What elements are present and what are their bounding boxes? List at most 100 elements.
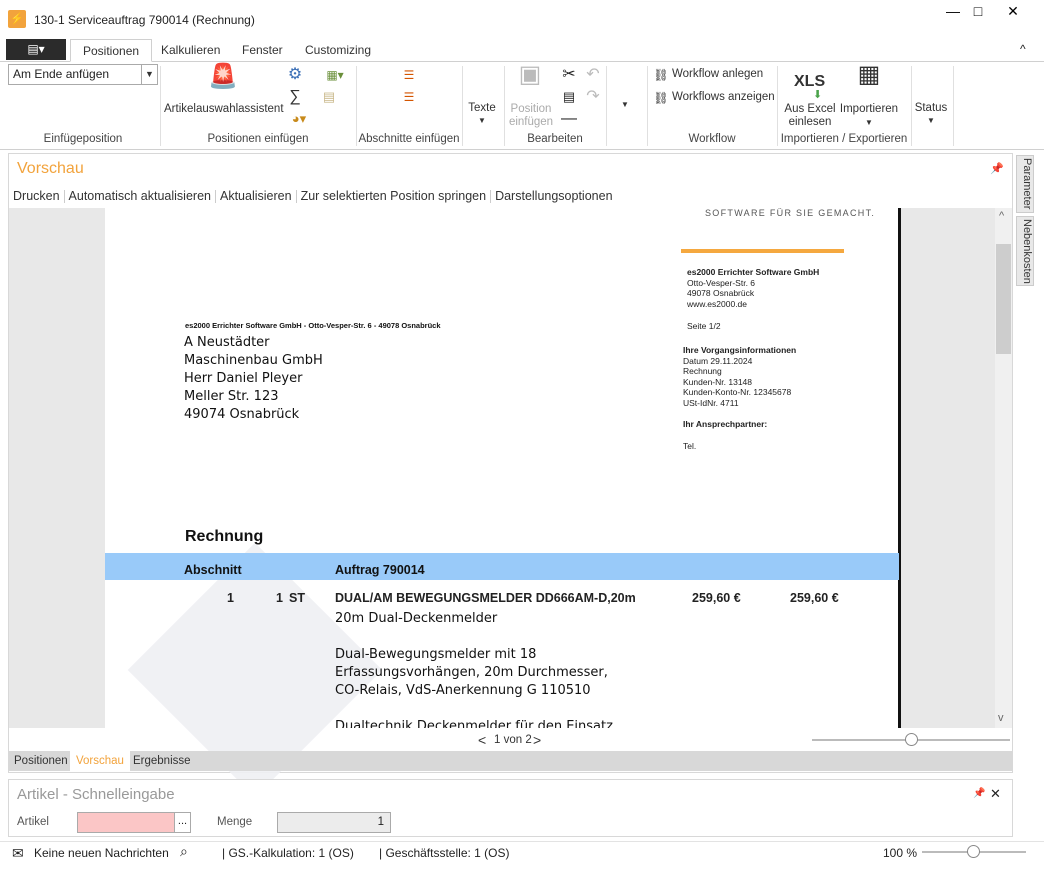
preview-zoom-thumb[interactable] [905,733,918,746]
item-unit: ST [289,591,305,605]
status-button[interactable]: Status [912,102,950,115]
item-name: DUAL/AM BEWEGUNGSMELDER DD666AM-D,20m [335,591,636,605]
dash-icon[interactable]: — [560,110,578,128]
document-title: Rechnung [185,528,264,545]
scissors-icon[interactable]: ✂ [560,66,578,84]
scroll-up-icon[interactable]: ^ [999,210,1004,222]
preview-title: Vorschau [17,160,84,177]
brand-bar [681,249,844,253]
sender-line: es2000 Errichter Software GmbH - Otto-Ve… [185,321,441,330]
texts-button[interactable]: Texte [464,102,500,115]
chevron-down-icon[interactable]: ▼ [478,116,486,125]
recipient-line: A Neustädter [184,335,270,350]
item-description-line: Dual-Bewegungsmelder mit 18 [335,647,537,662]
next-page-icon[interactable]: > [533,732,541,748]
item-description-line: Dualtechnik Deckenmelder für den Einsatz [335,719,613,728]
chevron-down-icon[interactable]: ▼ [865,118,873,127]
scrollbar-thumb[interactable] [996,244,1011,354]
maximize-button[interactable]: □ [967,4,989,20]
article-input[interactable] [77,812,175,833]
item-position: 1 [227,591,234,605]
page-number: Seite 1/2 [687,321,721,331]
refresh-button[interactable]: Aktualisieren [220,189,292,203]
item-description-line: Erfassungsvorhängen, 20m Durchmesser, [335,665,608,680]
scroll-down-icon[interactable]: v [998,712,1004,724]
company-street: Otto-Vesper-Str. 6 [687,277,756,288]
collapse-ribbon-icon[interactable]: ^ [1020,42,1026,56]
close-icon[interactable]: ✕ [990,786,1001,802]
chevron-down-icon[interactable]: ▼ [141,65,157,84]
side-tab-parameter[interactable]: Parameter [1016,155,1034,213]
calc-status: | GS.-Kalkulation: 1 (OS) [222,846,354,860]
toolbar-divider [214,190,216,204]
info-line: USt-IdNr. 4711 [683,397,739,408]
add-section-icon[interactable]: ☰ [400,66,418,84]
tab-results[interactable]: Ergebnisse [127,751,197,771]
group-label-workflow: Workflow [688,133,736,145]
quantity-field[interactable]: 1 [277,812,391,833]
zoom-level: 100 % [883,846,918,860]
zoom-slider-thumb[interactable] [967,845,980,858]
item-description: 20m Dual-Deckenmelder [335,611,498,626]
item-description-block: Dual-Bewegungsmelder mit 18 Erfassungsvo… [335,646,608,700]
file-menu-button[interactable]: ▤▾ [6,39,66,60]
tab-preview[interactable]: Vorschau [70,751,130,771]
article-wizard-icon[interactable]: 🚨 [206,65,240,98]
pin-icon[interactable]: 📌 [973,788,985,799]
chevron-down-icon[interactable]: ▼ [927,116,935,125]
sum-icon[interactable]: ∑ [286,88,304,106]
insert-position-select[interactable]: Am Ende anfügen [8,64,158,85]
excel-import-button[interactable]: Aus Excel einlesen [782,103,838,129]
insert-position-button[interactable]: Position einfügen [506,103,556,129]
tab-positionen[interactable]: Positionen [70,39,153,62]
pin-icon[interactable]: 📌 [990,162,1004,175]
import-button[interactable]: Importieren [838,103,900,116]
company-slogan: SOFTWARE FÜR SIE GEMACHT. [705,208,876,218]
tab-customizing[interactable]: Customizing [293,39,383,62]
calculator-icon[interactable]: ▦ [855,63,883,96]
contact-title: Ihr Ansprechpartner: [683,419,768,429]
close-button[interactable]: ✕ [1002,4,1024,20]
item-total: 259,60 € [790,591,839,605]
add-subsection-icon[interactable]: ☰ [400,88,418,106]
tab-positions[interactable]: Positionen [8,751,74,771]
paste-icon[interactable]: ▤ [560,88,578,106]
group-label-edit: Bearbeiten [527,133,583,145]
tab-fenster[interactable]: Fenster [230,39,295,62]
workflow-show-icon[interactable]: ⛓ [652,89,670,107]
note-icon[interactable]: ▤ [320,88,338,106]
quick-entry-title: Artikel - Schnelleingabe [17,786,175,803]
table-icon[interactable]: ▦▾ [320,66,350,84]
jump-to-position-button[interactable]: Zur selektierten Position springen [301,189,487,203]
company-web: www.es2000.de [687,298,748,309]
workflow-create-button[interactable]: Workflow anlegen [672,68,763,81]
recipient-line: Herr Daniel Pleyer [184,371,303,386]
redo-icon[interactable]: ↷ [584,88,602,106]
print-button[interactable]: Drucken [13,189,60,203]
page-indicator: 1 von 2 [494,734,532,746]
auto-refresh-button[interactable]: Automatisch aktualisieren [69,189,211,203]
alarm-icon[interactable]: ⚙ [286,66,304,84]
recipient-line: Maschinenbau GmbH [184,353,323,368]
chevron-down-icon[interactable]: ▼ [621,100,629,109]
quantity-label: Menge [217,816,253,828]
article-wizard-button[interactable]: Artikelauswahlassistent [164,103,284,116]
app-icon: ⚡ [8,10,26,28]
search-icon[interactable]: ⌕ [180,843,188,860]
undo-icon[interactable]: ↶ [584,66,602,84]
toolbar-divider [63,190,65,204]
globe-icon[interactable]: ◕▾ [286,110,312,128]
workflow-create-icon[interactable]: ⛓ [652,66,670,84]
minimize-button[interactable]: — [942,4,964,20]
article-browse-button[interactable]: ... [174,812,191,833]
display-options-button[interactable]: Darstellungsoptionen [495,189,612,203]
tab-kalkulieren[interactable]: Kalkulieren [149,39,232,62]
side-tab-nebenkosten[interactable]: Nebenkosten [1016,216,1034,286]
envelope-icon[interactable]: ✉ [12,845,24,862]
group-label-positions: Positionen einfügen [207,133,309,145]
recipient-address: A Neustädter Maschinenbau GmbH Herr Dani… [184,334,323,424]
order-info: Ihre Vorgangsinformationen Datum 29.11.2… [683,345,796,408]
group-label-import-export: Importieren / Exportieren [780,133,908,145]
prev-page-icon[interactable]: < [478,732,486,748]
workflow-show-button[interactable]: Workflows anzeigen [672,91,775,104]
